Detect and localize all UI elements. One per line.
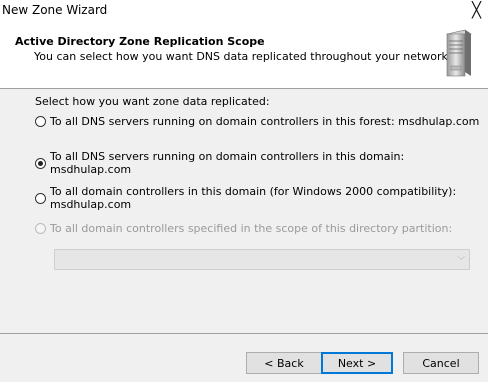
server-icon: [446, 29, 472, 77]
cancel-button[interactable]: Cancel: [403, 352, 479, 374]
page-title: Active Directory Zone Replication Scope: [15, 35, 265, 48]
radio-win2000[interactable]: [35, 192, 46, 204]
next-button[interactable]: Next >: [321, 352, 393, 374]
title-bar: New Zone Wizard ╳: [0, 0, 488, 22]
option-forest[interactable]: To all DNS servers running on domain con…: [35, 115, 479, 128]
radio-forest[interactable]: [35, 116, 46, 127]
replication-prompt: Select how you want zone data replicated…: [35, 95, 270, 108]
option-partition-label: To all domain controllers specified in t…: [50, 222, 453, 235]
option-domain-label: To all DNS servers running on domain con…: [50, 150, 405, 176]
option-domain[interactable]: To all DNS servers running on domain con…: [35, 150, 488, 176]
wizard-body: Select how you want zone data replicated…: [0, 89, 488, 332]
option-forest-label: To all DNS servers running on domain con…: [50, 115, 480, 128]
footer-divider: [0, 333, 488, 334]
option-partition: To all domain controllers specified in t…: [35, 222, 452, 235]
wizard-header: Active Directory Zone Replication Scope …: [0, 22, 488, 89]
radio-domain[interactable]: [35, 157, 46, 169]
close-icon[interactable]: ╳: [472, 1, 481, 19]
partition-select: ⌵: [54, 249, 470, 270]
window-title: New Zone Wizard: [2, 3, 108, 17]
chevron-down-icon: ⌵: [457, 252, 465, 263]
option-win2000[interactable]: To all domain controllers in this domain…: [35, 185, 488, 211]
option-win2000-label: To all domain controllers in this domain…: [50, 185, 457, 211]
back-button[interactable]: < Back: [246, 352, 322, 374]
radio-partition: [35, 223, 46, 234]
page-subtitle: You can select how you want DNS data rep…: [34, 50, 452, 63]
